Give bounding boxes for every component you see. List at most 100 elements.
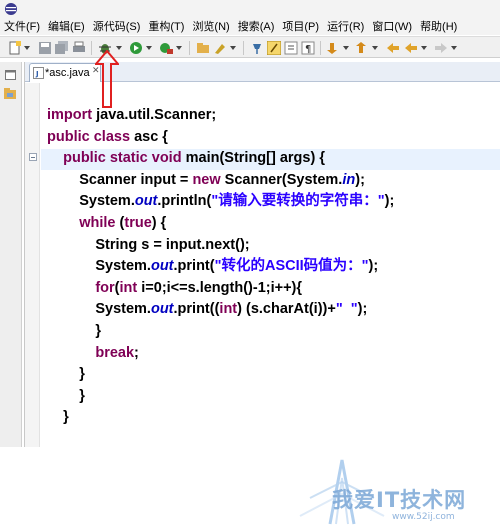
chevron-down-icon[interactable]: [176, 46, 182, 50]
code-line[interactable]: }: [47, 406, 69, 428]
menu-item[interactable]: 搜索(A): [234, 18, 279, 34]
code-text: }: [47, 409, 69, 426]
code-keyword: import: [47, 107, 97, 123]
new-file-icon[interactable]: [8, 41, 22, 55]
code-text: ) (s.charAt(i))+: [237, 301, 336, 318]
chevron-down-icon[interactable]: [24, 46, 30, 50]
code-field: in: [342, 171, 356, 188]
code-text: );: [368, 258, 379, 275]
menu-items: 文件(F) 编辑(E) 源代码(S) 重构(T) 浏览(N) 搜索(A) 项目(P) 运行(R…: [0, 17, 461, 34]
code-line[interactable]: }: [47, 320, 101, 342]
code-keyword: public: [47, 128, 94, 145]
tab-label: *asc.java: [45, 67, 90, 79]
menu-bar: 文件(F) 编辑(E) 源代码(S) 重构(T) 浏览(N) 搜索(A) 项目(P) 运行(R…: [0, 0, 500, 35]
code-text: System.: [47, 193, 135, 210]
save-icon[interactable]: [38, 41, 52, 55]
open-task-icon[interactable]: [213, 41, 227, 55]
code-line[interactable]: while (true) {: [47, 212, 166, 234]
toolbar-separator: [243, 41, 244, 55]
code-text: }: [47, 387, 85, 404]
chevron-down-icon[interactable]: [451, 46, 457, 50]
menu-item[interactable]: 浏览(N): [188, 18, 233, 34]
print-icon[interactable]: [72, 41, 86, 55]
code-string: "请输入要转换的字符串：": [211, 193, 385, 210]
code-text: );: [384, 193, 395, 210]
code-keyword: int: [119, 279, 142, 296]
menu-item[interactable]: 运行(R): [323, 18, 368, 34]
run-icon[interactable]: [129, 41, 143, 55]
open-type-icon[interactable]: [196, 41, 210, 55]
code-keyword: for: [47, 279, 115, 296]
external-tools-icon[interactable]: [159, 41, 173, 55]
menu-item[interactable]: 窗口(W): [368, 18, 416, 34]
code-line[interactable]: public class asc {: [47, 126, 168, 148]
previous-annotation-icon[interactable]: [356, 41, 370, 55]
last-edit-location-icon[interactable]: [386, 41, 400, 55]
code-line[interactable]: public static void main(String[] args) {: [47, 147, 325, 169]
save-all-icon[interactable]: [55, 41, 69, 55]
code-keyword: int: [219, 301, 238, 318]
menu-item[interactable]: 源代码(S): [89, 18, 145, 34]
code-keyword: void: [151, 150, 186, 167]
menu-item[interactable]: 项目(P): [278, 18, 323, 34]
show-whitespace-icon[interactable]: [284, 41, 298, 55]
svg-text:¶: ¶: [305, 44, 311, 55]
menu-item[interactable]: 文件(F): [0, 18, 44, 34]
code-line[interactable]: System.out.println("请输入要转换的字符串：");: [47, 190, 394, 212]
code-field: out: [134, 193, 158, 210]
code-keyword: while: [47, 215, 120, 231]
back-icon[interactable]: [404, 41, 418, 55]
code-line[interactable]: System.out.print((int) (s.charAt(i))+" "…: [47, 298, 367, 320]
code-text: java.util.Scanner;: [96, 107, 217, 123]
code-text: }: [47, 366, 85, 383]
code-line[interactable]: }: [47, 385, 85, 407]
code-text: i=0;i<=s.length()-1;i++){: [141, 279, 303, 296]
pilcrow-icon[interactable]: ¶: [301, 41, 315, 55]
code-text: );: [355, 171, 365, 188]
toolbar: ¶: [0, 36, 500, 58]
code-line[interactable]: System.out.print("转化的ASCII码值为：");: [47, 255, 378, 277]
watermark-url: www.52ij.com: [392, 512, 455, 522]
code-line[interactable]: }: [47, 363, 85, 385]
next-annotation-icon[interactable]: [327, 41, 341, 55]
chevron-down-icon[interactable]: [421, 46, 427, 50]
mark-occurrences-icon[interactable]: [267, 41, 281, 55]
pin-icon[interactable]: [250, 41, 264, 55]
menu-item[interactable]: 帮助(H): [416, 18, 461, 34]
code-line[interactable]: String s = input.next();: [47, 234, 249, 256]
code-text: .print((: [173, 301, 220, 318]
left-panel: [0, 62, 22, 447]
code-string: "转化的ASCII码值为：": [214, 258, 369, 275]
chevron-down-icon[interactable]: [372, 46, 378, 50]
code-keyword: public: [47, 150, 110, 167]
menu-item[interactable]: 重构(T): [144, 18, 188, 34]
tab-asc-java[interactable]: J *asc.java ✕: [29, 63, 101, 82]
code-line[interactable]: import java.util.Scanner;: [47, 104, 216, 126]
code-text: ;: [134, 344, 139, 361]
code-text: .println(: [157, 193, 212, 210]
toolbar-separator: [189, 41, 190, 55]
code-editor[interactable]: J *asc.java ✕ import java.util.Scanner; p…: [24, 62, 500, 447]
code-line[interactable]: for(int i=0;i<=s.length()-1;i++){: [47, 277, 302, 299]
code-keyword: class: [93, 128, 135, 145]
code-text: System.: [47, 301, 151, 318]
chevron-down-icon[interactable]: [343, 46, 349, 50]
eclipse-app-icon[interactable]: [4, 2, 18, 16]
chevron-down-icon[interactable]: [146, 46, 152, 50]
fold-toggle-icon[interactable]: [29, 153, 37, 161]
code-text: System.: [47, 258, 151, 275]
code-text: main(String[] args) {: [185, 150, 325, 167]
code-field: out: [150, 301, 174, 318]
code-line[interactable]: break;: [47, 342, 139, 364]
editor-gutter: [25, 83, 40, 447]
menu-item[interactable]: 编辑(E): [44, 18, 89, 34]
code-line[interactable]: Scanner input = new Scanner(System.in);: [47, 169, 365, 191]
chevron-down-icon[interactable]: [230, 46, 236, 50]
watermark-text: 我爱IT技术网: [332, 488, 467, 512]
code-string: " ": [335, 301, 358, 318]
forward-icon[interactable]: [434, 41, 448, 55]
code-keyword: true: [124, 215, 152, 231]
restore-icon[interactable]: [5, 70, 16, 80]
package-explorer-icon[interactable]: [4, 88, 17, 100]
code-text: ) {: [151, 215, 167, 231]
